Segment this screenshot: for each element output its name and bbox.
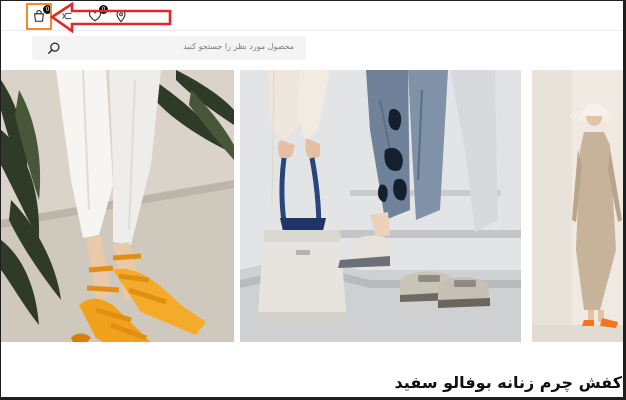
search-placeholder: محصول مورد نظر را جستجو کنید (183, 42, 294, 51)
product-title: کفش چرم زنانه بوفالو سفید (394, 373, 622, 392)
product-photo-orange-sandals[interactable] (1, 70, 234, 342)
beige-dress-image (532, 70, 623, 342)
product-image-gallery[interactable] (1, 70, 623, 342)
orange-sandals-image (1, 70, 234, 342)
handbag-loafers-image (240, 70, 521, 342)
red-arrow-annotation (50, 2, 172, 34)
product-photo-beige-dress[interactable] (532, 70, 623, 342)
cart-highlight-box (26, 3, 52, 30)
search-icon[interactable] (47, 41, 61, 55)
product-photo-handbag-loafers[interactable] (240, 70, 521, 342)
search-bar[interactable]: محصول مورد نظر را جستجو کنید (32, 36, 306, 60)
